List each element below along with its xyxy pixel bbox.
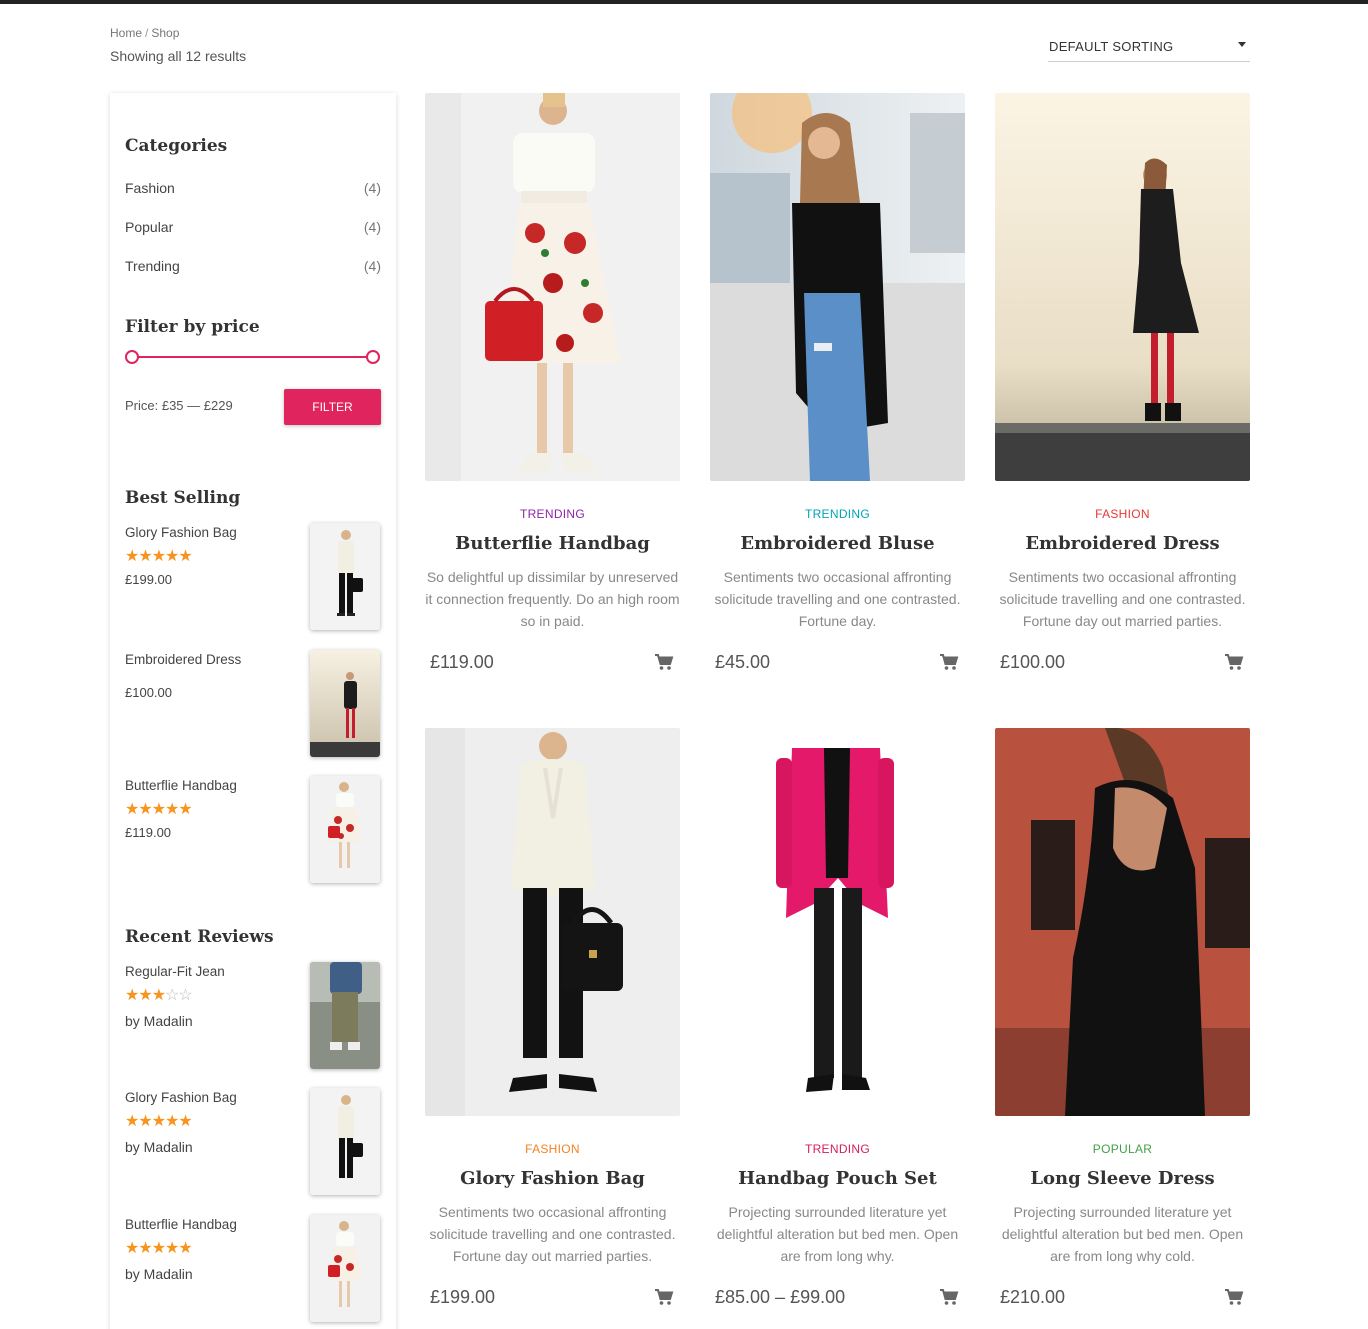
recent-reviews-title: Recent Reviews [125,927,274,947]
product-description: Projecting surrounded literature yet del… [716,1204,959,1264]
product-category[interactable]: FASHION [995,507,1250,521]
best-selling-item-name[interactable]: Butterflie Handbag [125,778,237,793]
product-price: £45.00 [715,652,771,672]
product-price: £100.00 [1000,652,1066,672]
product-image-glory-fashion-bag[interactable] [425,728,680,1116]
embroidered-dress-thumbnail[interactable] [310,650,380,757]
star-rating-5: ★★★★★ [125,548,193,565]
product-description: Sentiments two occasional affronting sol… [714,569,961,629]
product-title[interactable]: Embroidered Bluse [710,533,965,554]
star-rating-5: ★★★★★ [125,1113,193,1130]
review-author: by Madalin [125,1266,193,1282]
review-author: by Madalin [125,1013,193,1029]
breadcrumb-separator: / [145,26,149,40]
results-count: Showing all 12 results [110,48,247,64]
product-image-embroidered-dress[interactable] [995,93,1250,481]
glory-fashion-bag-thumbnail[interactable] [310,1088,380,1195]
butterflie-handbag-thumbnail[interactable] [310,776,380,883]
product-description: Sentiments two occasional affronting sol… [429,1204,676,1264]
star-rating-5: ★★★★★ [125,801,193,818]
regular-fit-jean-thumbnail[interactable] [310,962,380,1069]
category-count: (4) [363,258,381,274]
product-description: So delightful up dissimilar by unreserve… [425,569,680,629]
best-selling-title: Best Selling [125,488,241,508]
filter-button[interactable]: FILTER [284,389,381,425]
product-price: £119.00 [430,652,494,672]
butterflie-handbag-thumbnail[interactable] [310,1215,380,1322]
product-category[interactable]: TRENDING [710,1142,965,1156]
breadcrumb-home-link[interactable]: Home [110,26,142,40]
review-item-name[interactable]: Regular-Fit Jean [125,964,225,979]
sorting-select[interactable]: DEFAULT SORTING [1048,36,1250,62]
category-item-trending[interactable]: Trending (4) [125,258,381,274]
add-to-cart-icon[interactable] [654,653,674,671]
sidebar: Categories Fashion (4) Popular (4) Trend… [110,93,396,1329]
filter-by-price-title: Filter by price [125,317,260,337]
price-range-label: Price: £35 — £229 [125,398,233,413]
price-slider-min-handle[interactable] [125,350,139,364]
product-category[interactable]: POPULAR [995,1142,1250,1156]
category-count: (4) [363,219,381,235]
category-label: Trending [125,258,180,274]
review-item-name[interactable]: Butterflie Handbag [125,1217,237,1232]
best-selling-item-price: £199.00 [125,572,172,587]
best-selling-item-name[interactable]: Glory Fashion Bag [125,525,237,540]
product-title[interactable]: Embroidered Dress [995,533,1250,554]
product-image-embroidered-bluse[interactable] [710,93,965,481]
price-slider-track[interactable] [132,356,374,358]
product-price: £199.00 [430,1287,496,1307]
best-selling-item-price: £100.00 [125,685,172,700]
sorting-selected: DEFAULT SORTING [1049,39,1174,54]
product-title[interactable]: Glory Fashion Bag [425,1168,680,1189]
add-to-cart-icon[interactable] [1224,653,1244,671]
product-description: Sentiments two occasional affronting sol… [999,569,1246,629]
product-image-long-sleeve-dress[interactable] [995,728,1250,1116]
product-description: Projecting surrounded literature yet del… [1001,1204,1244,1264]
add-to-cart-icon[interactable] [1224,1288,1244,1306]
product-title[interactable]: Handbag Pouch Set [710,1168,965,1189]
category-item-popular[interactable]: Popular (4) [125,219,381,235]
best-selling-item-price: £119.00 [125,825,172,840]
breadcrumb-current: Shop [151,26,180,40]
category-item-fashion[interactable]: Fashion (4) [125,180,381,196]
product-price: £210.00 [1000,1287,1066,1307]
add-to-cart-icon[interactable] [654,1288,674,1306]
top-bar [0,0,1368,4]
category-count: (4) [363,180,381,196]
breadcrumb: Home / Shop [110,26,179,40]
product-category[interactable]: TRENDING [710,507,965,521]
glory-fashion-bag-thumbnail[interactable] [310,523,380,630]
categories-title: Categories [125,136,228,156]
star-rating-5: ★★★★★ [125,1240,193,1257]
product-category[interactable]: TRENDING [425,507,680,521]
add-to-cart-icon[interactable] [939,653,959,671]
star-rating-3: ★★★☆☆ [125,987,193,1004]
category-label: Fashion [125,180,175,196]
product-price: £85.00 – £99.00 [715,1287,846,1307]
product-title[interactable]: Long Sleeve Dress [995,1168,1250,1189]
product-category[interactable]: FASHION [425,1142,680,1156]
product-title[interactable]: Butterflie Handbag [425,533,680,554]
price-slider-max-handle[interactable] [366,350,380,364]
review-author: by Madalin [125,1139,193,1155]
category-label: Popular [125,219,174,235]
review-item-name[interactable]: Glory Fashion Bag [125,1090,237,1105]
product-image-butterflie-handbag[interactable] [425,93,680,481]
add-to-cart-icon[interactable] [939,1288,959,1306]
best-selling-item-name[interactable]: Embroidered Dress [125,652,241,667]
product-image-handbag-pouch-set[interactable] [710,728,965,1116]
caret-down-icon [1238,42,1246,47]
